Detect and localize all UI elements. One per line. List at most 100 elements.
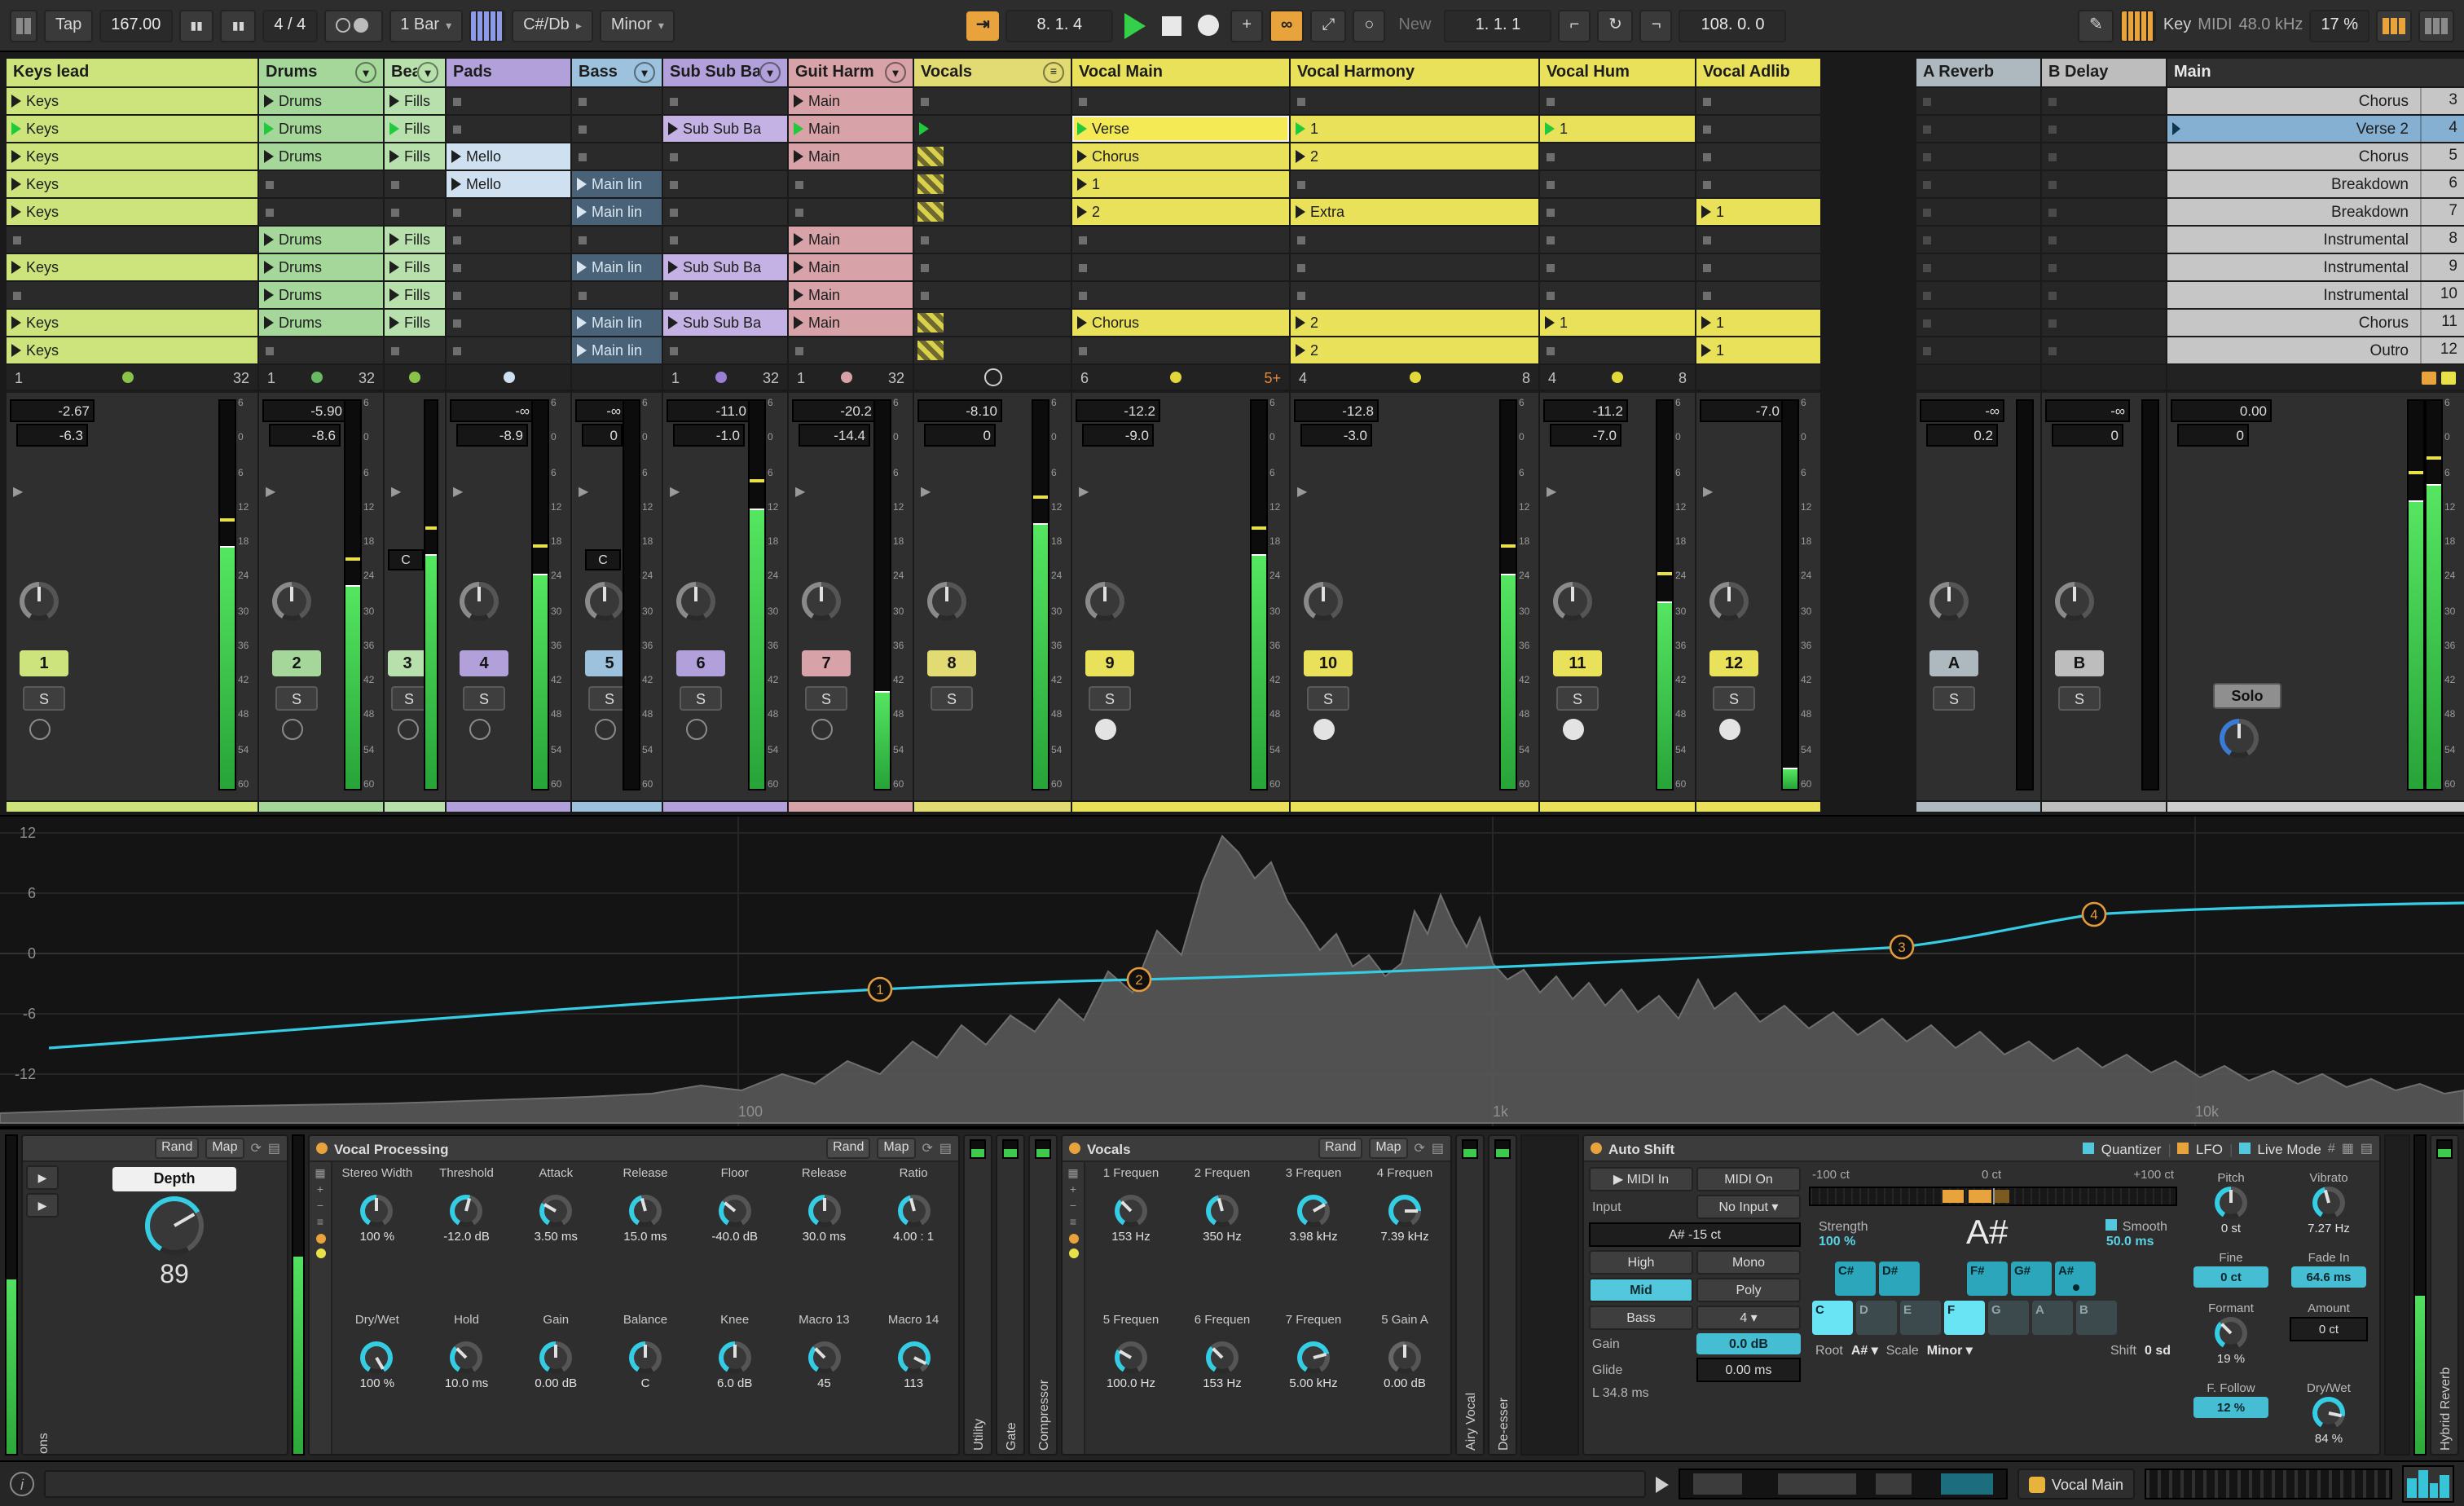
clip-slot[interactable]: Verse [1072,116,1289,142]
clip-slot[interactable]: 2 [1291,310,1538,336]
collapsed-device-de-esser[interactable]: De-esser [1488,1134,1517,1455]
group-play-icon[interactable] [919,122,929,135]
clip-play-icon[interactable] [264,288,274,302]
clip-slot[interactable]: Keys [7,171,257,197]
gain-display[interactable]: 0 [582,424,623,447]
clip-slot[interactable] [1291,282,1538,308]
strength-value[interactable]: 100 % [1819,1234,1868,1248]
quantization-menu[interactable]: 1 Bar ▾ [389,9,464,42]
spectrum-display[interactable]: 1260-6-12100 1k 10k 1234 [0,817,2464,1126]
punch-out-button[interactable]: ¬ [1639,9,1673,42]
clip-slot[interactable] [1696,88,1820,114]
clip-slot[interactable]: Drums [259,227,383,253]
clip-slot[interactable] [1916,227,2040,253]
stop-all-icon[interactable] [2441,371,2456,384]
clip-slot[interactable] [914,310,1071,336]
rand-button[interactable]: Rand [826,1138,871,1159]
clip-slot[interactable]: Sub Sub Ba [663,254,787,280]
gain-display[interactable]: -14.4 [799,424,870,447]
macro-floor[interactable]: Floor -40.0 dB [690,1162,780,1244]
clip-play-icon[interactable] [11,178,21,191]
chain-play-button[interactable]: ▶ [26,1165,59,1190]
macro-knob[interactable] [450,1341,483,1373]
track-header-pads[interactable]: Pads [447,59,570,86]
time-signature-display[interactable]: 4 / 4 [262,9,318,42]
macro-knob[interactable] [628,1341,662,1373]
add-locator-button[interactable]: + [1230,9,1264,42]
clip-stop-row[interactable]: 48 [1540,365,1695,390]
clip-stop-row[interactable]: 48 [1291,365,1538,390]
clip-slot[interactable] [1696,143,1820,170]
scene-row-breakdown-6[interactable]: Breakdown 6 [2167,171,2464,197]
track-number[interactable]: 8 [927,650,976,676]
solo-button[interactable]: S [1933,686,1975,711]
param-value-box[interactable]: 0 ct [2290,1317,2368,1342]
clip-slot[interactable]: 1 [1696,310,1820,336]
band-mid-button[interactable]: Mid [1589,1278,1693,1302]
clip-slot[interactable] [1696,171,1820,197]
volume-display[interactable]: -∞ [450,399,535,422]
clip-slot[interactable]: Drums [259,254,383,280]
info-icon[interactable]: i [10,1472,34,1496]
clip-slot[interactable] [1696,227,1820,253]
scene-row-chorus-5[interactable]: Chorus 5 [2167,143,2464,170]
key-c[interactable]: C [1812,1301,1853,1335]
macro-knob[interactable] [718,1195,751,1227]
clip-slot[interactable]: Mello [447,143,570,170]
nudge-up-button[interactable]: ▮▮ [220,9,257,42]
clip-slot[interactable] [2042,227,2166,253]
macro-knob[interactable] [897,1195,931,1227]
arm-button[interactable] [29,719,51,740]
clip-slot[interactable]: Fills [385,143,445,170]
clip-slot[interactable] [1916,337,2040,363]
clip-slot[interactable] [914,254,1071,280]
clip-play-icon[interactable] [1296,316,1305,329]
map-button[interactable]: Map [1369,1138,1408,1159]
clip-slot[interactable] [447,116,570,142]
clip-slot[interactable]: Main lin [572,254,662,280]
pan-knob[interactable] [676,582,715,621]
metronome-button[interactable] [323,9,383,42]
clip-slot[interactable] [7,282,257,308]
macro-balance[interactable]: Balance C [601,1308,690,1389]
solo-button[interactable]: S [1089,686,1131,711]
macro-knob[interactable] [1115,1341,1147,1373]
collapsed-device-compressor[interactable]: Compressor [1028,1134,1058,1455]
solo-button[interactable]: S [23,686,65,711]
clip-play-icon[interactable] [794,150,803,163]
scale-select[interactable]: Minor ▾ [1927,1343,1973,1358]
volume-display[interactable]: -12.8 [1294,399,1379,422]
clip-slot[interactable] [385,337,445,363]
clip-slot[interactable]: Fills [385,227,445,253]
track-number[interactable]: 4 [460,650,508,676]
clip-slot[interactable] [1540,337,1695,363]
scene-row-instrumental-10[interactable]: Instrumental 10 [2167,282,2464,308]
macro-release[interactable]: Release 30.0 ms [780,1162,869,1244]
macro-knob[interactable] [1206,1341,1239,1373]
rack-tool-icon[interactable]: ≡ [1070,1218,1076,1229]
collapsed-device-hybrid-reverb[interactable]: Hybrid Reverb [2430,1134,2459,1455]
clip-play-icon[interactable] [451,178,461,191]
clip-play-icon[interactable] [1296,150,1305,163]
clip-play-icon[interactable] [1545,316,1555,329]
clip-slot[interactable] [1540,254,1695,280]
clip-slot[interactable] [2042,171,2166,197]
clip-play-icon[interactable] [577,178,587,191]
clip-slot[interactable] [914,171,1071,197]
gain-display[interactable]: -6.3 [16,424,88,447]
clip-stop-row[interactable]: 1 32 [7,365,257,390]
volume-display[interactable]: -∞ [1920,399,2004,422]
detail-view-icon[interactable] [2418,9,2455,42]
layout-panes-icon[interactable] [10,9,37,42]
track-header-main[interactable]: Main [2167,59,2464,86]
macro-macro-14[interactable]: Macro 14 113 [869,1308,958,1389]
gain-display[interactable]: -1.0 [673,424,745,447]
clip-slot[interactable] [1540,282,1695,308]
clip-play-icon[interactable] [1545,122,1555,135]
clip-slot[interactable] [1916,143,2040,170]
clip-slot[interactable] [1072,254,1289,280]
macro-hold[interactable]: Hold 10.0 ms [422,1308,512,1389]
variation-dot-icon[interactable] [315,1234,325,1244]
clip-slot[interactable] [2042,116,2166,142]
clip-slot[interactable]: 1 [1696,199,1820,225]
